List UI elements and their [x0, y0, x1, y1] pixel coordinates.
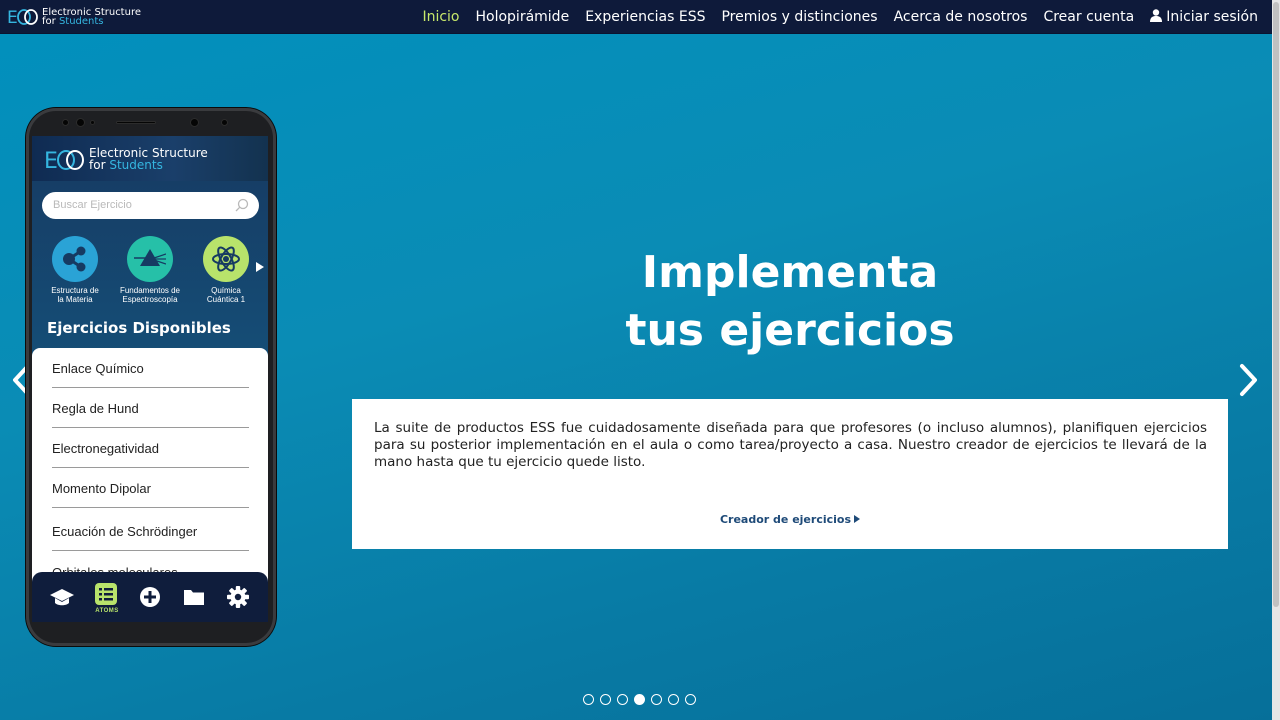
active-tab-label: ATOMS — [95, 608, 119, 614]
nav-iniciar-sesion[interactable]: Iniciar sesión — [1150, 9, 1258, 25]
gear-icon[interactable] — [226, 586, 250, 608]
atom-icon — [203, 236, 249, 282]
user-icon — [1150, 9, 1163, 22]
slide-info-card: La suite de productos ESS fue cuidadosam… — [352, 399, 1228, 549]
carousel-next-button[interactable] — [1236, 360, 1262, 400]
slide-headline: Implementa tus ejercicios — [560, 244, 1020, 360]
category-label: Estructura de la Materia — [51, 286, 99, 304]
exercise-creator-label: Creador de ejercicios — [719, 513, 852, 526]
ess-logo-icon: E — [7, 8, 38, 28]
phone-camera — [76, 118, 85, 127]
graduation-cap-icon[interactable] — [50, 586, 74, 608]
carousel-dot[interactable] — [668, 694, 679, 705]
phone-sensor — [221, 119, 228, 126]
category-label: Química Cuántica 1 — [206, 286, 246, 304]
category-label: Fundamentos de Espectroscopía — [119, 286, 181, 304]
carousel-dot[interactable] — [617, 694, 628, 705]
caret-right-icon — [854, 515, 861, 523]
app-title: Electronic Structure for Students — [89, 147, 208, 171]
app-title-line2: for — [89, 158, 106, 172]
phone-sensor — [90, 120, 95, 125]
login-label: Iniciar sesión — [1166, 9, 1258, 25]
phone-mockup: E Electronic Structure for Students Busc… — [26, 108, 276, 646]
carousel-dot[interactable] — [600, 694, 611, 705]
phone-speaker — [116, 121, 156, 124]
exercise-item[interactable]: Ecuación de Schrödinger — [52, 508, 249, 551]
carousel-dot[interactable] — [685, 694, 696, 705]
brand-line2-accent: Students — [58, 15, 104, 27]
brand-text: Electronic Structure for Students — [42, 7, 141, 27]
carousel-indicators — [583, 694, 702, 706]
app-header: E Electronic Structure for Students — [32, 136, 268, 181]
headline-line1: Implementa — [641, 247, 939, 298]
exercise-item[interactable]: Electronegatividad — [52, 428, 249, 468]
category-quimica-cuantica[interactable]: Química Cuántica 1 — [191, 236, 261, 304]
plus-circle-icon[interactable] — [138, 586, 162, 608]
phone-camera — [190, 118, 199, 127]
exercise-item[interactable]: Enlace Químico — [52, 348, 249, 388]
nav-experiencias[interactable]: Experiencias ESS — [585, 9, 705, 25]
svg-text:E: E — [7, 8, 18, 28]
svg-text:E: E — [44, 149, 58, 173]
search-placeholder: Buscar Ejercicio — [53, 199, 132, 211]
slide-description: La suite de productos ESS fue cuidadosam… — [374, 420, 1207, 470]
molecule-icon — [52, 236, 98, 282]
top-navbar: E Electronic Structure for Students Inic… — [0, 0, 1272, 34]
brand-line2-prefix: for — [42, 15, 56, 27]
search-icon[interactable] — [235, 198, 249, 212]
ess-logo-icon: E — [44, 149, 84, 173]
app-title-accent: Students — [109, 158, 163, 172]
prism-icon — [127, 236, 173, 282]
nav-acerca[interactable]: Acerca de nosotros — [894, 9, 1028, 25]
phone-sensor — [62, 119, 69, 126]
headline-line2: tus ejercicios — [625, 305, 955, 356]
app-bottom-bar: ATOMS — [32, 572, 268, 622]
list-icon[interactable] — [95, 583, 117, 605]
phone-screen: E Electronic Structure for Students Busc… — [32, 136, 268, 622]
folder-icon[interactable] — [182, 586, 206, 608]
nav-inicio[interactable]: Inicio — [422, 9, 459, 25]
exercise-creator-link[interactable]: Creador de ejercicios — [352, 513, 1228, 526]
phone-top-bezel — [26, 108, 276, 138]
carousel-dot-active[interactable] — [634, 694, 645, 705]
exercise-search-input[interactable]: Buscar Ejercicio — [42, 192, 259, 219]
nav-links: Inicio Holopirámide Experiencias ESS Pre… — [406, 0, 1258, 34]
section-title: Ejercicios Disponibles — [47, 319, 231, 337]
nav-crear-cuenta[interactable]: Crear cuenta — [1043, 9, 1134, 25]
brand[interactable]: E Electronic Structure for Students — [7, 0, 141, 34]
category-fundamentos-espectroscopia[interactable]: Fundamentos de Espectroscopía — [115, 236, 185, 304]
page-scrollbar[interactable] — [1272, 0, 1280, 720]
nav-premios[interactable]: Premios y distinciones — [721, 9, 877, 25]
exercise-item[interactable]: Momento Dipolar — [52, 468, 249, 508]
brand-line2: for Students — [42, 15, 141, 27]
carousel-dot[interactable] — [651, 694, 662, 705]
exercise-item[interactable]: Regla de Hund — [52, 388, 249, 428]
category-scroll-right-icon[interactable] — [256, 262, 264, 272]
nav-holopiramide[interactable]: Holopirámide — [476, 9, 570, 25]
carousel-dot[interactable] — [583, 694, 594, 705]
scrollbar-thumb[interactable] — [1273, 2, 1279, 607]
category-estructura-materia[interactable]: Estructura de la Materia — [40, 236, 110, 304]
